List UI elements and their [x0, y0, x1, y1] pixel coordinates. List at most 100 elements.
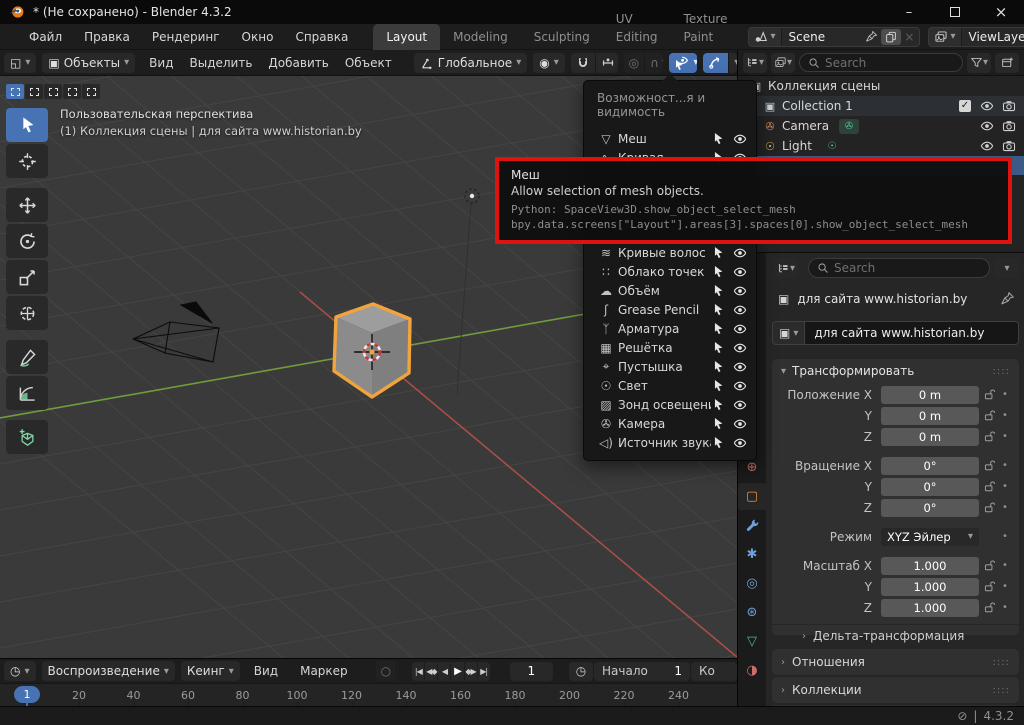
transport-jump-end[interactable]: ▶|: [478, 662, 490, 681]
transport-play-reverse[interactable]: ◀: [438, 662, 450, 681]
select-mode-subtract[interactable]: [44, 84, 62, 99]
tool-cursor[interactable]: [6, 144, 48, 178]
selectable-icon[interactable]: [711, 341, 725, 355]
dropdown-item-camera[interactable]: ✇Камера: [584, 414, 756, 433]
dropdown-item-point-cloud[interactable]: ∷Облако точек: [584, 262, 756, 281]
selectability-dropdown-button[interactable]: ▾: [669, 53, 697, 73]
eye-icon[interactable]: [733, 360, 747, 374]
autokey-toggle[interactable]: ○: [376, 661, 397, 681]
outliner-item-label[interactable]: Коллекция сцены: [768, 79, 880, 93]
eye-toggle[interactable]: [976, 139, 998, 153]
transport-prev-keyframe[interactable]: ◀◆: [425, 662, 437, 681]
frame-end-field[interactable]: Ко: [691, 662, 737, 681]
animate-dot[interactable]: •: [999, 502, 1011, 513]
eye-icon[interactable]: [733, 379, 747, 393]
timeline-marker-menu[interactable]: Маркер: [292, 664, 356, 678]
mode-dropdown[interactable]: ▣Объекты▾: [42, 53, 135, 73]
scale-value-field[interactable]: 1.000: [881, 557, 979, 575]
viewport-menu-Вид[interactable]: Вид: [141, 56, 181, 70]
outliner-row-camera-object[interactable]: ›✇Camera✇: [738, 116, 1024, 136]
selectable-icon[interactable]: [711, 265, 725, 279]
breadcrumb-object-name[interactable]: для сайта www.historian.by: [797, 292, 967, 306]
tab-modeling[interactable]: Modeling: [440, 24, 521, 50]
tab-layout[interactable]: Layout: [373, 24, 440, 50]
rotation-value-field[interactable]: 0°: [881, 499, 979, 517]
selectable-icon[interactable]: [711, 398, 725, 412]
timeline-editor-type-button[interactable]: ◷▾: [4, 661, 36, 681]
selectable-icon[interactable]: [711, 322, 725, 336]
properties-tab-object[interactable]: ▢: [738, 483, 766, 510]
frame-start-field[interactable]: Начало1: [594, 662, 690, 681]
minimize-button[interactable]: –: [886, 0, 932, 24]
collections-panel[interactable]: ›Коллекции::::: [772, 677, 1019, 703]
properties-options-dropdown[interactable]: ▾: [995, 258, 1019, 278]
outliner-item-label[interactable]: Camera: [782, 119, 829, 133]
camera-toggle[interactable]: [998, 119, 1020, 133]
transport-next-keyframe[interactable]: ◆▶: [465, 662, 477, 681]
scale-value-field[interactable]: 1.000: [881, 578, 979, 596]
tool-rotate[interactable]: [6, 224, 48, 258]
tool-measure[interactable]: [6, 376, 48, 410]
transport-play[interactable]: ▶: [451, 662, 463, 681]
animate-dot[interactable]: •: [999, 431, 1011, 442]
eye-icon[interactable]: [733, 132, 747, 146]
current-frame-field[interactable]: 1: [510, 662, 553, 681]
outliner-row-scene-collection[interactable]: ▣Коллекция сцены: [738, 76, 1024, 96]
eye-icon[interactable]: [733, 341, 747, 355]
relations-panel[interactable]: ›Отношения::::: [772, 649, 1019, 675]
selectable-icon[interactable]: [711, 379, 725, 393]
viewlayer-name[interactable]: ViewLayer: [962, 30, 1024, 44]
gizmo-toggle[interactable]: [703, 53, 729, 73]
maximize-button[interactable]: [932, 0, 978, 24]
location-value-field[interactable]: 0 m: [881, 386, 979, 404]
selectable-icon[interactable]: [711, 132, 725, 146]
properties-tab-constraints[interactable]: ⊛: [738, 599, 766, 626]
tool-annotate[interactable]: [6, 340, 48, 374]
topbar-menu-Правка[interactable]: Правка: [73, 24, 141, 50]
timeline-ruler[interactable]: 1 20406080100120140160180200220240: [0, 683, 737, 706]
playback-menu[interactable]: Воспроизведение▾: [42, 661, 175, 681]
eye-icon[interactable]: [733, 322, 747, 336]
close-button[interactable]: ×: [978, 0, 1024, 24]
pin-icon[interactable]: [865, 30, 878, 43]
dropdown-item-armature[interactable]: ᛉАрматура: [584, 319, 756, 338]
rotation-value-field[interactable]: 0°: [881, 478, 979, 496]
panel-grip-icon[interactable]: ::::: [993, 685, 1010, 696]
eye-toggle[interactable]: [976, 99, 998, 113]
lock-icon[interactable]: [979, 601, 999, 614]
topbar-menu-Окно[interactable]: Окно: [231, 24, 285, 50]
transform-panel-header[interactable]: ▾ Трансформировать ::::: [772, 359, 1019, 383]
current-frame-indicator[interactable]: 1: [14, 686, 40, 703]
selectable-icon[interactable]: [711, 284, 725, 298]
viewlayer-selector[interactable]: ▾ ViewLayer ×: [928, 27, 1024, 47]
outliner-search-input[interactable]: Search: [799, 53, 963, 72]
outliner-filter-dropdown[interactable]: ▾: [967, 53, 991, 73]
eye-icon[interactable]: [733, 284, 747, 298]
eye-icon[interactable]: [733, 436, 747, 450]
dropdown-item-empty[interactable]: ⌖Пустышка: [584, 357, 756, 376]
animate-dot[interactable]: •: [999, 460, 1011, 471]
rotation-mode-dropdown[interactable]: XYZ Эйлер▾: [881, 528, 979, 546]
viewport-menu-Добавить[interactable]: Добавить: [260, 56, 336, 70]
pin-icon[interactable]: [1000, 291, 1015, 306]
dropdown-item-speaker[interactable]: ◁)Источник звука: [584, 433, 756, 452]
select-mode-extend[interactable]: [25, 84, 43, 99]
use-preview-range-toggle[interactable]: ◷: [569, 662, 593, 681]
lock-icon[interactable]: [979, 409, 999, 422]
tool-add-cube[interactable]: [6, 420, 48, 454]
tool-transform[interactable]: [6, 296, 48, 330]
animate-dot[interactable]: •: [999, 410, 1011, 421]
selectable-icon[interactable]: [711, 417, 725, 431]
transport-jump-start[interactable]: |◀: [412, 662, 424, 681]
select-mode-intersect[interactable]: [82, 84, 100, 99]
tab-uv-editing[interactable]: UV Editing: [603, 6, 671, 50]
tool-scale[interactable]: [6, 260, 48, 294]
dropdown-item-lattice[interactable]: ▦Решётка: [584, 338, 756, 357]
dropdown-item-light[interactable]: ☉Свет: [584, 376, 756, 395]
topbar-menu-Справка[interactable]: Справка: [284, 24, 359, 50]
object-name-field[interactable]: для сайта www.historian.by: [804, 321, 1019, 345]
animate-dot[interactable]: •: [999, 389, 1011, 400]
lock-icon[interactable]: [979, 580, 999, 593]
properties-search-input[interactable]: Search: [808, 258, 990, 278]
outliner-row-collection-1[interactable]: ▣Collection 1✓: [738, 96, 1024, 116]
